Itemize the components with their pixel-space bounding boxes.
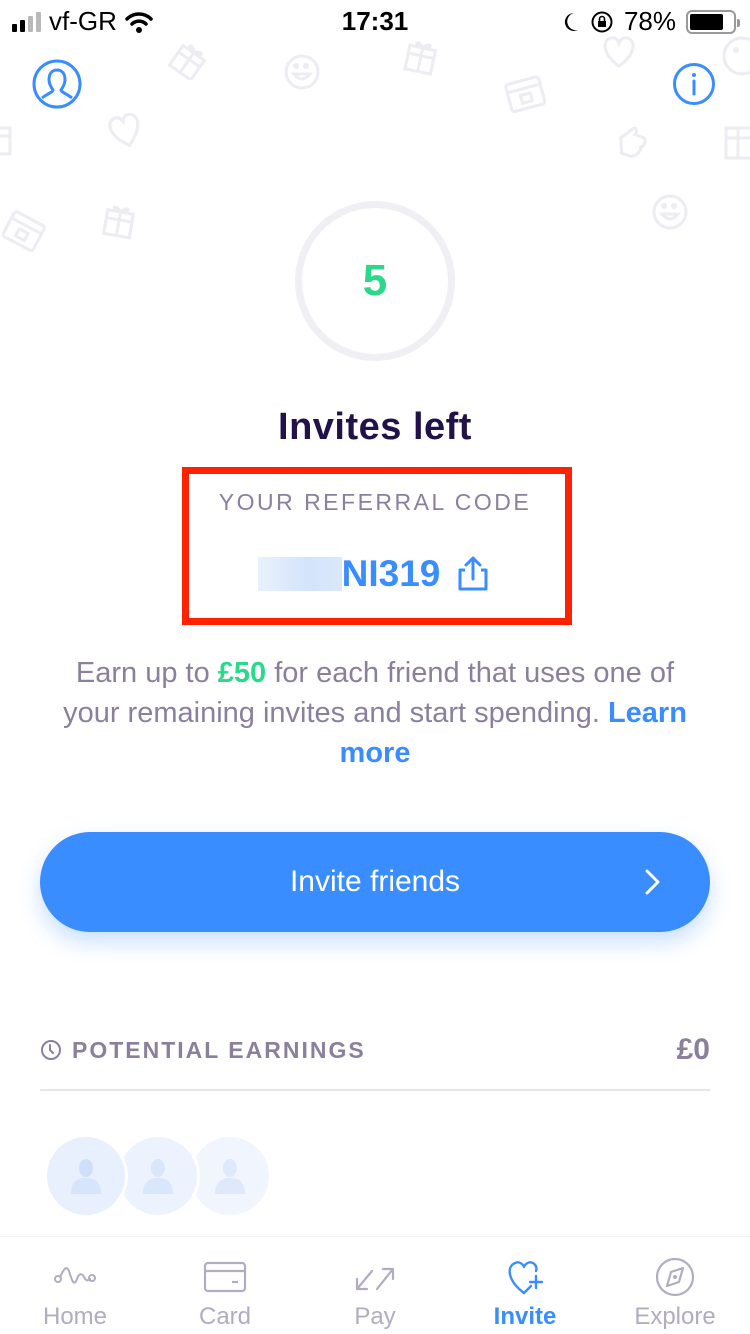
potential-earnings-label: POTENTIAL EARNINGS: [72, 1036, 366, 1063]
avatar-placeholder: [188, 1134, 272, 1218]
gift-icon: [403, 41, 438, 76]
person-icon: [215, 1159, 245, 1194]
person-icon: [143, 1159, 173, 1194]
tab-label: Home: [42, 1303, 108, 1330]
tab-home[interactable]: Home: [0, 1237, 150, 1334]
tab-label: Pay: [354, 1303, 396, 1330]
card-icon: [203, 1261, 247, 1293]
referral-code[interactable]: NI319: [257, 553, 441, 595]
potential-earnings-row: POTENTIAL EARNINGS £0: [40, 1030, 710, 1070]
heart-icon: [603, 36, 635, 68]
chevron-right-icon: [645, 869, 660, 895]
redacted-code-part: [257, 557, 342, 591]
invite-friends-label: Invite friends: [289, 865, 461, 898]
profile-icon: [32, 59, 82, 109]
smiley-icon: [722, 36, 750, 76]
gift-icon: [0, 126, 12, 156]
tab-label: Invite: [493, 1303, 557, 1330]
invite-friends-button[interactable]: Invite friends: [40, 832, 710, 932]
compass-icon: [655, 1257, 695, 1297]
info-button[interactable]: [672, 62, 716, 106]
referral-description: Earn up to £50 for each friend that uses…: [50, 653, 700, 773]
profile-button[interactable]: [31, 58, 83, 110]
share-button[interactable]: [454, 555, 492, 593]
gift-icon: [168, 43, 207, 80]
referral-code-row: NI319: [0, 553, 750, 595]
battery-icon: [686, 9, 740, 34]
smiley-icon: [652, 194, 688, 230]
heart-plus-icon: [508, 1261, 544, 1295]
tab-bar: Home Card Pay Invite Explore: [0, 1236, 750, 1334]
info-icon: [673, 63, 715, 105]
share-icon: [458, 556, 488, 591]
thumbs-up-icon: [619, 126, 647, 159]
invites-count-ring: 5: [295, 201, 455, 361]
wallet-icon: [504, 75, 547, 113]
referral-code-label: YOUR REFERRAL CODE: [218, 489, 532, 515]
avatar-placeholder: [44, 1134, 128, 1218]
invites-count: 5: [362, 256, 388, 305]
reward-amount: £50: [217, 657, 267, 689]
potential-earnings-value: £0: [676, 1033, 710, 1066]
tab-label: Explore: [634, 1303, 716, 1330]
referral-code-text: NI319: [341, 553, 441, 594]
divider: [40, 1089, 710, 1091]
tab-invite[interactable]: Invite: [450, 1237, 600, 1334]
tab-explore[interactable]: Explore: [600, 1237, 750, 1334]
wallet-icon: [1, 210, 46, 252]
tab-label: Card: [198, 1303, 252, 1330]
clock-icon: [41, 1040, 61, 1060]
smiley-icon: [284, 54, 320, 90]
pay-arrows-icon: [355, 1267, 395, 1291]
tab-card[interactable]: Card: [150, 1237, 300, 1334]
avatar-placeholder: [116, 1134, 200, 1218]
gift-icon: [101, 205, 136, 240]
description-text: Earn up to: [75, 657, 218, 689]
moon-icon: [564, 12, 578, 31]
person-icon: [71, 1159, 101, 1194]
tab-pay[interactable]: Pay: [300, 1237, 450, 1334]
heart-icon: [108, 112, 140, 148]
home-wave-icon: [54, 1267, 96, 1284]
page-title: Invites left: [278, 406, 472, 448]
gift-icon: [724, 126, 750, 160]
